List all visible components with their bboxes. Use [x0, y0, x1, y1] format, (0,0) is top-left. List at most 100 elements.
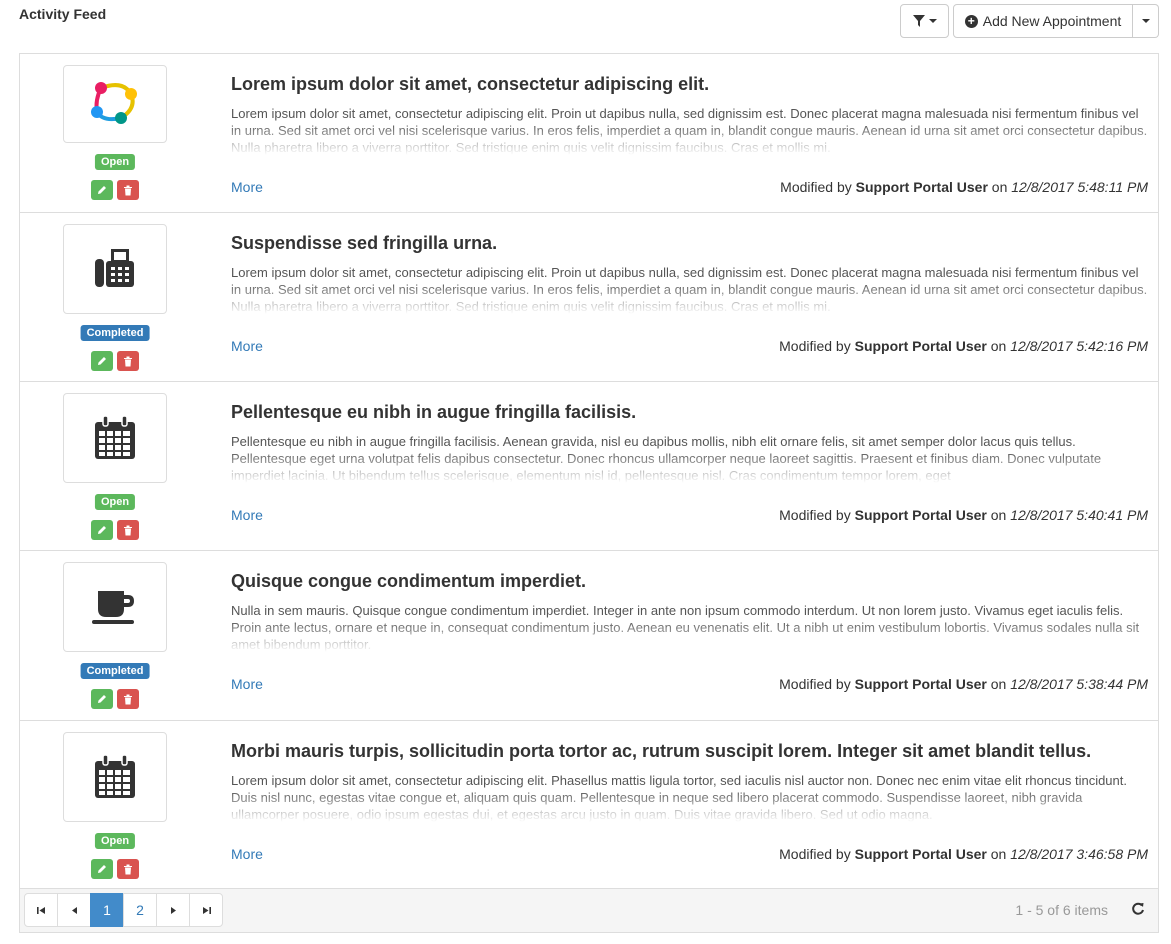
modified-on: on — [990, 507, 1007, 523]
activity-icon-box — [63, 732, 167, 822]
add-appointment-group: + Add New Appointment — [953, 4, 1159, 38]
chevron-down-icon — [928, 19, 937, 23]
coffee-cup-icon — [92, 591, 134, 624]
item-actions — [91, 520, 139, 540]
modified-info: Modified by Support Portal User on 12/8/… — [780, 179, 1148, 195]
item-content: Pellentesque eu nibh in augue fringilla … — [231, 401, 1151, 483]
more-link[interactable]: More — [231, 179, 263, 195]
delete-button[interactable] — [117, 520, 139, 540]
pencil-icon — [98, 357, 106, 365]
modified-prefix: Modified by — [780, 179, 852, 195]
modified-user: Support Portal User — [854, 338, 987, 354]
item-content: Lorem ipsum dolor sit amet, consectetur … — [231, 73, 1151, 155]
list-item: Open Pellentesque eu nibh in augue fring… — [20, 382, 1158, 551]
item-title: Pellentesque eu nibh in augue fringilla … — [231, 402, 637, 422]
network-logo-icon — [91, 82, 137, 124]
more-link[interactable]: More — [231, 846, 263, 862]
delete-button[interactable] — [117, 351, 139, 371]
modified-info: Modified by Support Portal User on 12/8/… — [779, 676, 1148, 692]
calendar-icon — [95, 416, 135, 459]
item-title: Suspendisse sed fringilla urna. — [231, 233, 498, 253]
item-title: Morbi mauris turpis, sollicitudin porta … — [231, 741, 1092, 761]
page-button-1[interactable]: 1 — [90, 893, 124, 927]
status-badge: Completed — [80, 663, 150, 679]
item-description-wrap: Pellentesque eu nibh in augue fringilla … — [231, 433, 1151, 483]
activity-icon-box — [63, 393, 167, 483]
trash-icon — [124, 864, 132, 874]
item-content: Suspendisse sed fringilla urna. Lorem ip… — [231, 232, 1151, 314]
item-title: Lorem ipsum dolor sit amet, consectetur … — [231, 74, 710, 94]
pencil-icon — [98, 186, 106, 194]
more-link[interactable]: More — [231, 676, 263, 692]
trash-icon — [124, 694, 132, 704]
modified-user: Support Portal User — [854, 676, 987, 692]
modified-date: 12/8/2017 5:38:44 PM — [1010, 676, 1148, 692]
refresh-button[interactable] — [1130, 901, 1146, 917]
modified-date: 12/8/2017 5:48:11 PM — [1011, 179, 1148, 195]
modified-info: Modified by Support Portal User on 12/8/… — [779, 338, 1148, 354]
edit-button[interactable] — [91, 689, 113, 709]
modified-on: on — [990, 338, 1007, 354]
pager-info: 1 - 5 of 6 items — [1015, 902, 1108, 918]
toolbar: + Add New Appointment — [900, 4, 1159, 38]
chevron-down-icon — [1141, 19, 1150, 23]
status-badge: Open — [94, 494, 136, 510]
next-page-icon — [170, 906, 176, 914]
add-appointment-label: Add New Appointment — [982, 13, 1122, 29]
page-title: Activity Feed — [19, 6, 107, 22]
item-description-wrap: Nulla in sem mauris. Quisque congue cond… — [231, 602, 1151, 652]
item-actions — [91, 351, 139, 371]
edit-button[interactable] — [91, 351, 113, 371]
edit-button[interactable] — [91, 520, 113, 540]
list-item: Open Lorem ipsum dolor sit amet, consect… — [20, 54, 1158, 213]
modified-prefix: Modified by — [779, 338, 851, 354]
trash-icon — [124, 356, 132, 366]
list-item: Completed Suspendisse sed fringilla urna… — [20, 213, 1158, 382]
activity-icon-box — [63, 224, 167, 314]
modified-info: Modified by Support Portal User on 12/8/… — [779, 846, 1148, 862]
item-description-wrap: Lorem ipsum dolor sit amet, consectetur … — [231, 772, 1151, 822]
pencil-icon — [98, 526, 106, 534]
edit-button[interactable] — [91, 180, 113, 200]
page-button-2[interactable]: 2 — [123, 893, 157, 927]
calendar-icon — [95, 755, 135, 798]
pencil-icon — [98, 865, 106, 873]
modified-user: Support Portal User — [855, 179, 988, 195]
prev-page-button[interactable] — [57, 893, 91, 927]
trash-icon — [124, 525, 132, 535]
modified-user: Support Portal User — [854, 507, 987, 523]
prev-page-icon — [71, 906, 77, 914]
modified-on: on — [991, 179, 1008, 195]
next-page-button[interactable] — [156, 893, 190, 927]
pagination: 1 2 — [24, 893, 223, 927]
first-page-button[interactable] — [24, 893, 58, 927]
item-description-wrap: Lorem ipsum dolor sit amet, consectetur … — [231, 105, 1151, 155]
delete-button[interactable] — [117, 859, 139, 879]
more-link[interactable]: More — [231, 507, 263, 523]
modified-date: 12/8/2017 5:42:16 PM — [1010, 338, 1148, 354]
add-appointment-button[interactable]: + Add New Appointment — [953, 4, 1133, 38]
list-item: Completed Quisque congue condimentum imp… — [20, 551, 1158, 721]
item-actions — [91, 689, 139, 709]
delete-button[interactable] — [117, 689, 139, 709]
add-appointment-dropdown[interactable] — [1133, 4, 1159, 38]
filter-button[interactable] — [900, 4, 949, 38]
modified-prefix: Modified by — [779, 676, 851, 692]
modified-user: Support Portal User — [854, 846, 987, 862]
delete-button[interactable] — [117, 180, 139, 200]
status-badge: Open — [94, 154, 136, 170]
more-link[interactable]: More — [231, 338, 263, 354]
modified-info: Modified by Support Portal User on 12/8/… — [779, 507, 1148, 523]
last-page-button[interactable] — [189, 893, 223, 927]
edit-button[interactable] — [91, 859, 113, 879]
modified-date: 12/8/2017 3:46:58 PM — [1010, 846, 1148, 862]
activity-icon-box — [63, 562, 167, 652]
pencil-icon — [98, 695, 106, 703]
modified-prefix: Modified by — [779, 846, 851, 862]
item-description-wrap: Lorem ipsum dolor sit amet, consectetur … — [231, 264, 1151, 314]
trash-icon — [124, 185, 132, 195]
filter-icon — [912, 15, 925, 27]
refresh-icon — [1132, 902, 1144, 915]
modified-prefix: Modified by — [779, 507, 851, 523]
fax-icon — [95, 249, 134, 287]
